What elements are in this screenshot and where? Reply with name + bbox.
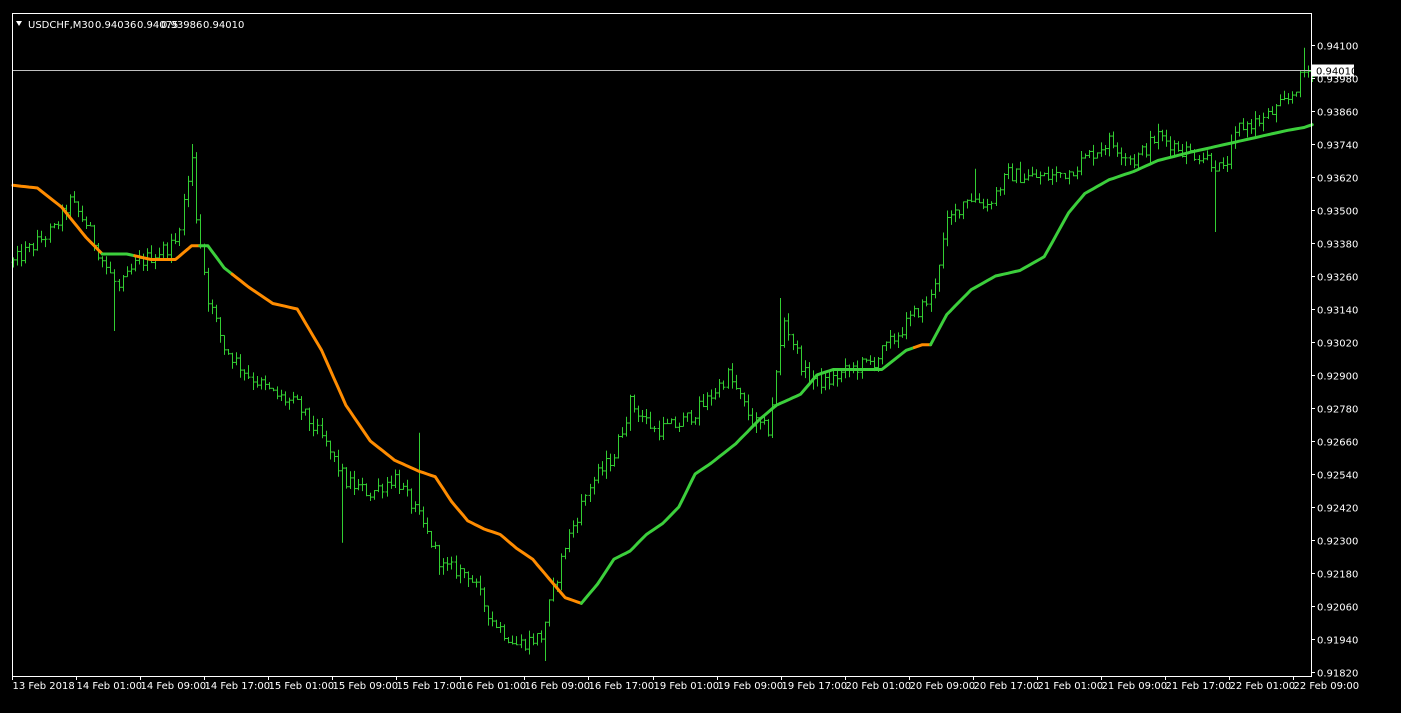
x-tick-label: 20 Feb 17:00 [974,681,1040,692]
x-tick-label: 16 Feb 01:00 [461,681,527,692]
y-tick-label: 0.92900 [1317,372,1358,383]
price-chart[interactable]: USDCHF,M30 0.94036 0.94075 0.93986 0.940… [0,0,1401,713]
x-tick-label: 16 Feb 09:00 [525,681,591,692]
x-tick-label: 21 Feb 17:00 [1166,681,1232,692]
x-tick-label: 14 Feb 09:00 [141,681,207,692]
x-tick-label: 21 Feb 01:00 [1038,681,1104,692]
x-tick-label: 22 Feb 09:00 [1294,681,1360,692]
x-tick-label: 16 Feb 17:00 [589,681,655,692]
y-tick-label: 0.93500 [1317,207,1358,218]
x-tick-label: 14 Feb 01:00 [77,681,143,692]
x-tick-label: 19 Feb 17:00 [782,681,848,692]
y-tick-label: 0.93620 [1317,174,1358,185]
y-tick-label: 0.93140 [1317,306,1358,317]
x-tick-label: 14 Feb 17:00 [205,681,271,692]
y-tick-label: 0.92060 [1317,603,1358,614]
y-tick-label: 0.92420 [1317,504,1358,515]
low-value: 0.93986 [161,20,202,31]
chart-window[interactable]: USDCHF,M30 0.94036 0.94075 0.93986 0.940… [0,0,1401,713]
chart-background [0,0,1401,713]
x-tick-label: 13 Feb 2018 [13,681,75,692]
x-tick-label: 15 Feb 01:00 [269,681,335,692]
y-tick-label: 0.93380 [1317,240,1358,251]
x-tick-label: 19 Feb 01:00 [654,681,720,692]
x-tick-label: 15 Feb 09:00 [333,681,399,692]
chart-header: USDCHF,M30 0.94036 0.94075 0.93986 0.940… [16,20,244,31]
y-tick-label: 0.93020 [1317,339,1358,350]
y-tick-label: 0.92300 [1317,537,1358,548]
y-tick-label: 0.92540 [1317,471,1358,482]
x-tick-label: 22 Feb 01:00 [1230,681,1296,692]
x-tick-label: 20 Feb 01:00 [846,681,912,692]
y-tick-label: 0.94100 [1317,42,1358,53]
x-tick-label: 20 Feb 09:00 [910,681,976,692]
x-tick-label: 19 Feb 09:00 [718,681,784,692]
close-value: 0.94010 [203,20,244,31]
y-tick-label: 0.92780 [1317,405,1358,416]
symbol-timeframe-label: USDCHF,M30 [28,20,94,31]
y-tick-label: 0.92180 [1317,570,1358,581]
y-tick-label: 0.91940 [1317,636,1358,647]
y-tick-label: 0.93860 [1317,108,1358,119]
x-tick-label: 21 Feb 09:00 [1102,681,1168,692]
y-tick-label: 0.92660 [1317,438,1358,449]
current-price-label: 0.94010 [1316,67,1357,78]
open-value: 0.94036 [95,20,136,31]
y-tick-label: 0.93260 [1317,273,1358,284]
y-tick-label: 0.93740 [1317,141,1358,152]
y-tick-label: 0.91820 [1317,669,1358,680]
x-tick-label: 15 Feb 17:00 [397,681,463,692]
